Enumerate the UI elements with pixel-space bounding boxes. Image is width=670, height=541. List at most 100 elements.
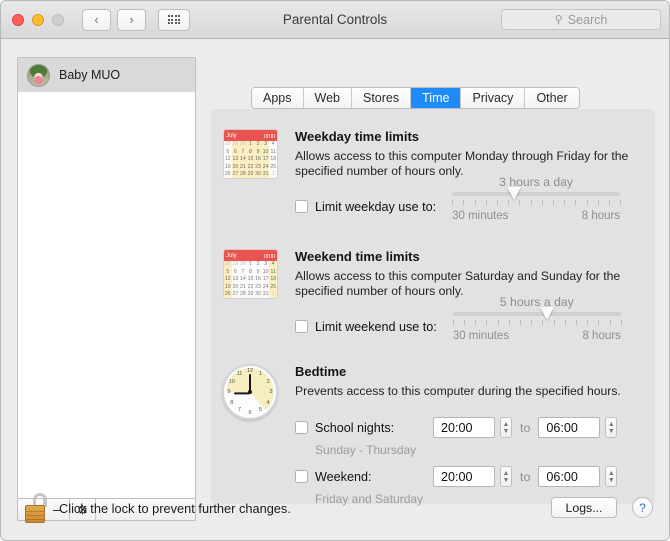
sidebar-item-baby-muo[interactable]: Baby MUO	[18, 58, 195, 92]
weekday-limit-row: Limit weekday use to: 3 hours a day 30 m…	[295, 175, 645, 222]
calendar-day: 12	[224, 276, 232, 284]
sidebar-item-label: Baby MUO	[59, 68, 121, 82]
calendar-day: 6	[231, 148, 240, 157]
school-nights-to-field[interactable]: 06:00	[538, 417, 601, 438]
logs-button[interactable]: Logs...	[551, 497, 617, 518]
clock-graphic: 12 1 2 3 4 5 6 7 8 9 10 11	[222, 364, 278, 420]
calendar-day: 2	[256, 261, 260, 267]
calendar-weekday-icon: July 28 29 30 1 2 3 4 5 6 7 8 9 10 11 12 13 14 15 16 17 18 19…	[223, 129, 278, 179]
calendar-month-label: July	[226, 252, 237, 259]
slider-tick	[620, 320, 622, 325]
close-window-button[interactable]	[12, 13, 24, 26]
calendar-day: 1	[271, 171, 275, 178]
slider-tick	[586, 200, 588, 205]
tab-apps[interactable]: Apps	[252, 88, 304, 108]
limit-weekend-checkbox[interactable]	[295, 320, 308, 333]
weekend-section-body: Weekend time limits Allows access to thi…	[295, 249, 645, 342]
calendar-day: 25	[270, 163, 277, 170]
weekend-slider-min-label: 30 minutes	[452, 330, 510, 342]
bedtime-section-description: Prevents access to this computer during …	[295, 384, 621, 398]
calendar-day: 24	[261, 163, 270, 172]
weekday-slider-thumb[interactable]	[507, 187, 522, 200]
tab-web[interactable]: Web	[303, 88, 352, 108]
school-nights-checkbox[interactable]	[295, 421, 308, 434]
slider-tick	[486, 320, 488, 325]
weekday-slider-value: 3 hours a day	[499, 175, 574, 189]
calendar-day: 3	[264, 261, 268, 267]
unlocked-padlock-icon[interactable]	[25, 493, 49, 523]
clock-numeral: 4	[266, 399, 270, 406]
school-nights-from-stepper[interactable]: ▲ ▼	[500, 417, 512, 438]
clock-numeral: 7	[237, 407, 242, 414]
slider-tick	[485, 200, 487, 205]
calendar-day: 12	[224, 156, 231, 163]
slider-tick	[475, 320, 477, 325]
calendar-day: 2	[254, 141, 262, 149]
clock-hub	[248, 390, 252, 394]
calendar-day: 16	[254, 156, 262, 164]
calendar-day: 29	[231, 141, 240, 149]
calendar-day: 30	[240, 261, 246, 267]
slider-tick	[564, 320, 566, 325]
weekend-slider-thumb[interactable]	[539, 307, 554, 320]
tab-stores[interactable]: Stores	[351, 88, 412, 108]
bedtime-section-title: Bedtime	[295, 364, 347, 379]
slider-tick	[598, 320, 600, 325]
calendar-header: July	[224, 250, 277, 261]
back-button[interactable]: ‹	[82, 8, 111, 31]
calendar-day: 6	[233, 268, 237, 275]
tab-privacy[interactable]: Privacy	[461, 88, 526, 108]
clock-numeral: 10	[228, 378, 235, 385]
school-nights-to-stepper[interactable]: ▲ ▼	[605, 417, 618, 438]
slider-tick	[531, 320, 533, 325]
help-button[interactable]: ?	[632, 497, 653, 518]
calendar-day: 18	[270, 156, 277, 163]
calendar-day: 31	[262, 291, 269, 298]
calendar-day: 20	[232, 283, 239, 290]
slider-tick	[597, 200, 599, 205]
forward-button[interactable]: ›	[117, 8, 146, 31]
lock-hint-text: Click the lock to prevent further change…	[59, 501, 291, 516]
calendar-day: 25	[269, 283, 277, 292]
calendar-day: 23	[255, 283, 261, 290]
window-body: Baby MUO + − ⚙ Apps Web Stores Time Priv…	[1, 39, 669, 540]
weekend-slider-value: 5 hours a day	[499, 295, 574, 309]
weekday-slider[interactable]: 3 hours a day 30 minutes 8 hours	[452, 175, 622, 222]
clock-numeral: 3	[269, 389, 273, 395]
chevron-up-icon: ▲	[607, 420, 615, 428]
slider-tick	[463, 200, 465, 205]
tab-time[interactable]: Time	[411, 88, 462, 108]
weekend-slider-track[interactable]	[452, 307, 621, 320]
calendar-day: 23	[254, 163, 262, 172]
search-placeholder: Search	[567, 12, 608, 27]
tab-other[interactable]: Other	[525, 88, 579, 108]
chevron-left-icon: ‹	[94, 12, 99, 27]
search-input[interactable]: ⚲ Search	[501, 9, 661, 30]
weekend-slider-max-label: 8 hours	[582, 330, 621, 342]
calendar-day: 29	[246, 171, 255, 178]
weekday-section-body: Weekday time limits Allows access to thi…	[295, 129, 645, 222]
limit-weekday-label: Limit weekday use to:	[315, 199, 437, 214]
school-nights-from-field[interactable]: 20:00	[433, 417, 495, 438]
minimize-window-button[interactable]	[32, 13, 44, 26]
calendar-day: 11	[269, 268, 277, 277]
weekend-slider[interactable]: 5 hours a day 30 minutes 8 hours	[452, 295, 622, 342]
parental-controls-window: ‹ › Parental Controls ⚲ Search Baby MUO	[0, 0, 670, 541]
clock-numeral: 1	[258, 370, 263, 377]
calendar-day: 26	[224, 171, 231, 178]
chevron-up-icon: ▲	[502, 469, 510, 477]
weekday-slider-track[interactable]	[452, 187, 621, 200]
calendar-weekend-icon: July 28 29 30 1 2 3 4 5 6 7 8 9 10 11 12 13 14 15 16 17 18 19…	[223, 249, 278, 299]
bedtime-section: 12 1 2 3 4 5 6 7 8 9 10 11 Bedtime Prevents access …	[211, 364, 655, 506]
accounts-sidebar[interactable]: Baby MUO	[17, 57, 196, 499]
padlock-body	[25, 505, 45, 523]
zoom-window-button[interactable]	[52, 13, 64, 26]
calendar-day: 10	[262, 268, 269, 275]
time-settings-pane: July 28 29 30 1 2 3 4 5 6 7 8 9 10 11 12 13 14 15 16 17 18 19…	[211, 109, 655, 506]
calendar-day: 13	[231, 156, 240, 164]
show-all-button[interactable]	[158, 8, 190, 31]
limit-weekday-checkbox[interactable]	[295, 200, 308, 213]
slider-tick	[564, 200, 566, 205]
calendar-day: 8	[249, 268, 252, 275]
slider-tick	[530, 200, 532, 205]
